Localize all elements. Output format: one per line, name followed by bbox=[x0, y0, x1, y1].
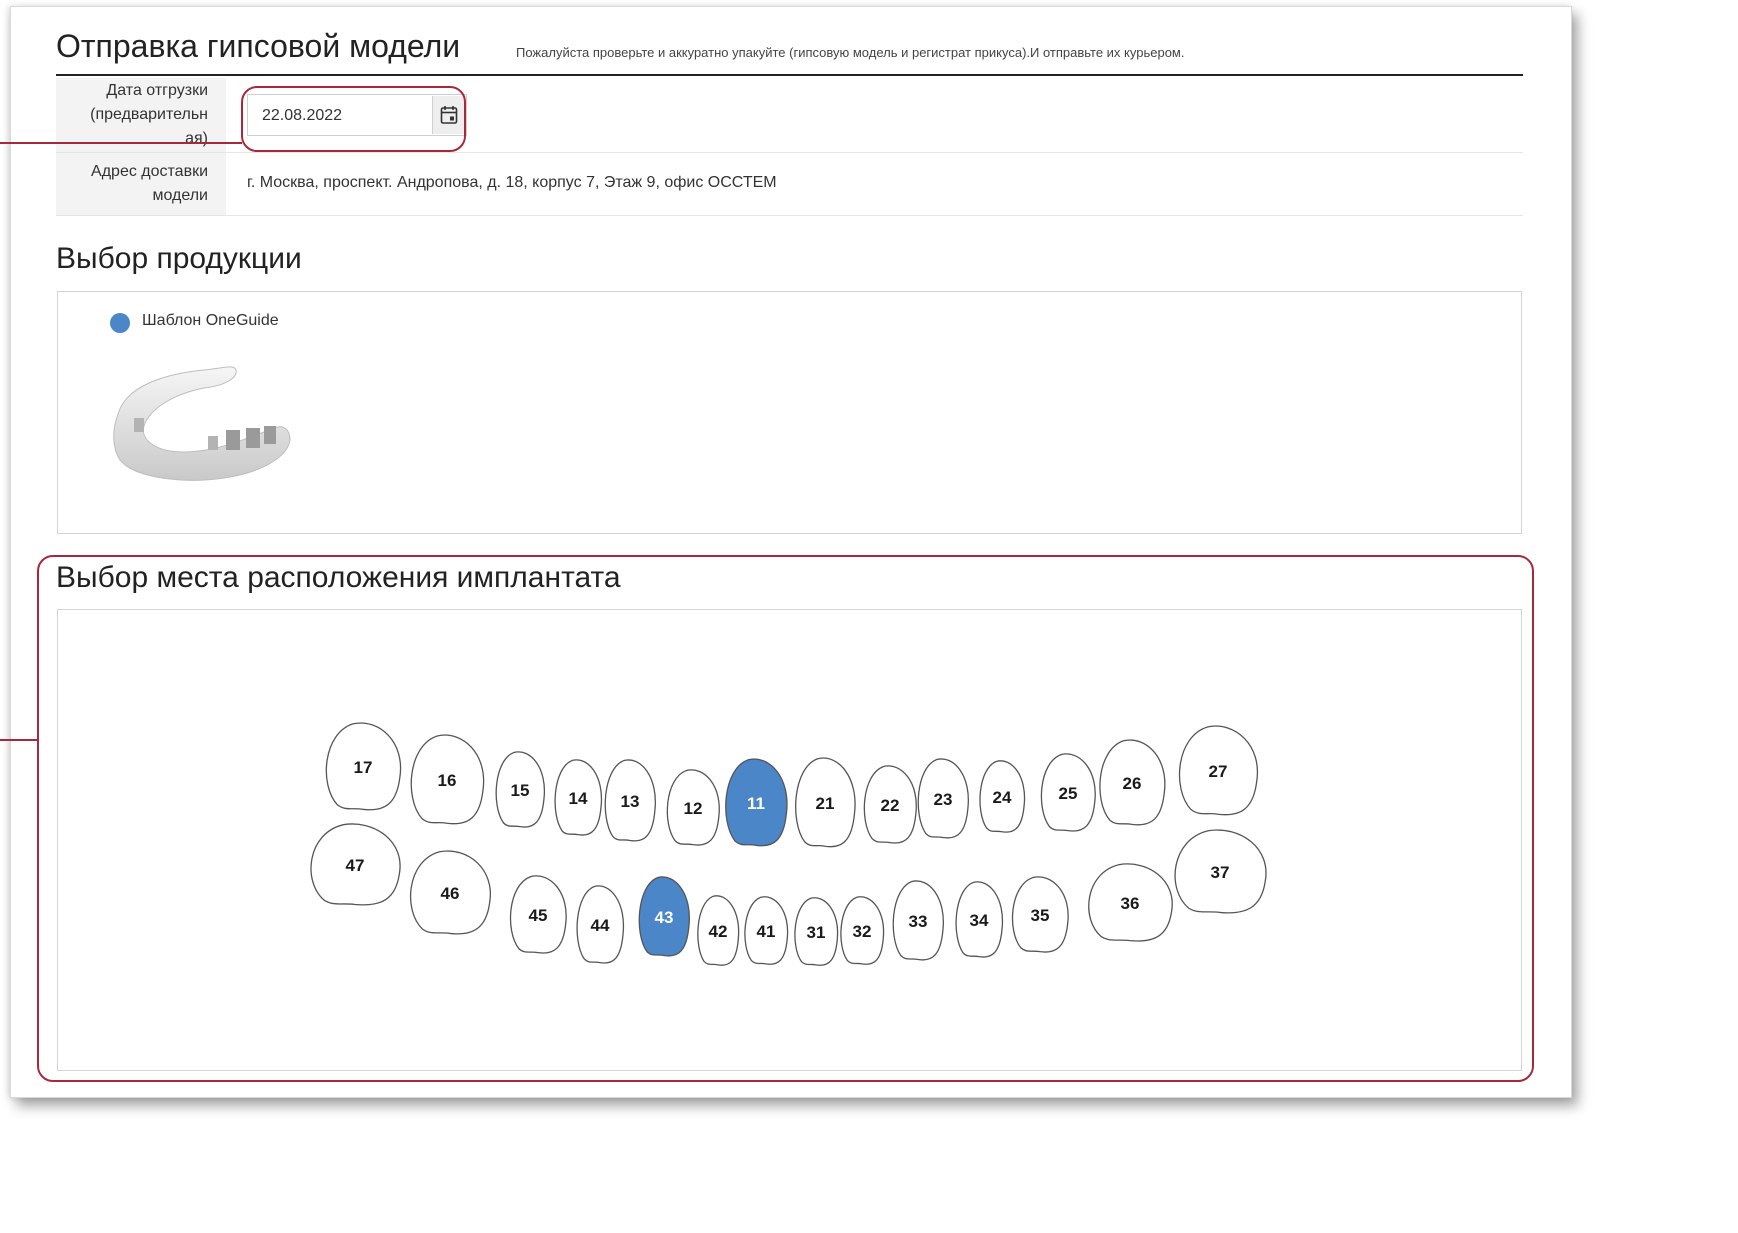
delivery-address: г. Москва, проспект. Андропова, д. 18, к… bbox=[247, 174, 777, 191]
address-label-line2: модели bbox=[152, 187, 208, 204]
row-divider bbox=[56, 215, 1523, 216]
callout-date bbox=[241, 86, 466, 152]
product-label-oneguide[interactable]: Шаблон OneGuide bbox=[142, 312, 279, 330]
title-divider bbox=[56, 74, 1523, 76]
callout-implant bbox=[37, 555, 1534, 1082]
address-label: Адрес доставки модели bbox=[56, 153, 226, 215]
shipping-date-label: Дата отгрузки (предварительн ая) bbox=[56, 78, 226, 152]
page-instructions: Пожалуйста проверьте и аккуратно упакуйт… bbox=[516, 45, 1185, 60]
surgical-guide-image bbox=[113, 366, 291, 481]
products-heading: Выбор продукции bbox=[56, 242, 302, 275]
callout-date-leader bbox=[0, 142, 242, 144]
callout-implant-leader bbox=[0, 739, 38, 741]
page-title: Отправка гипсовой модели bbox=[56, 28, 461, 64]
address-label-line1: Адрес доставки bbox=[91, 163, 208, 180]
row-divider bbox=[56, 152, 1523, 153]
product-radio-oneguide[interactable] bbox=[110, 313, 130, 333]
shipping-date-label-line1: Дата отгрузки bbox=[106, 82, 208, 99]
shipping-date-label-line3: ая) bbox=[185, 130, 208, 147]
shipping-date-label-line2: (предварительн bbox=[90, 106, 208, 123]
